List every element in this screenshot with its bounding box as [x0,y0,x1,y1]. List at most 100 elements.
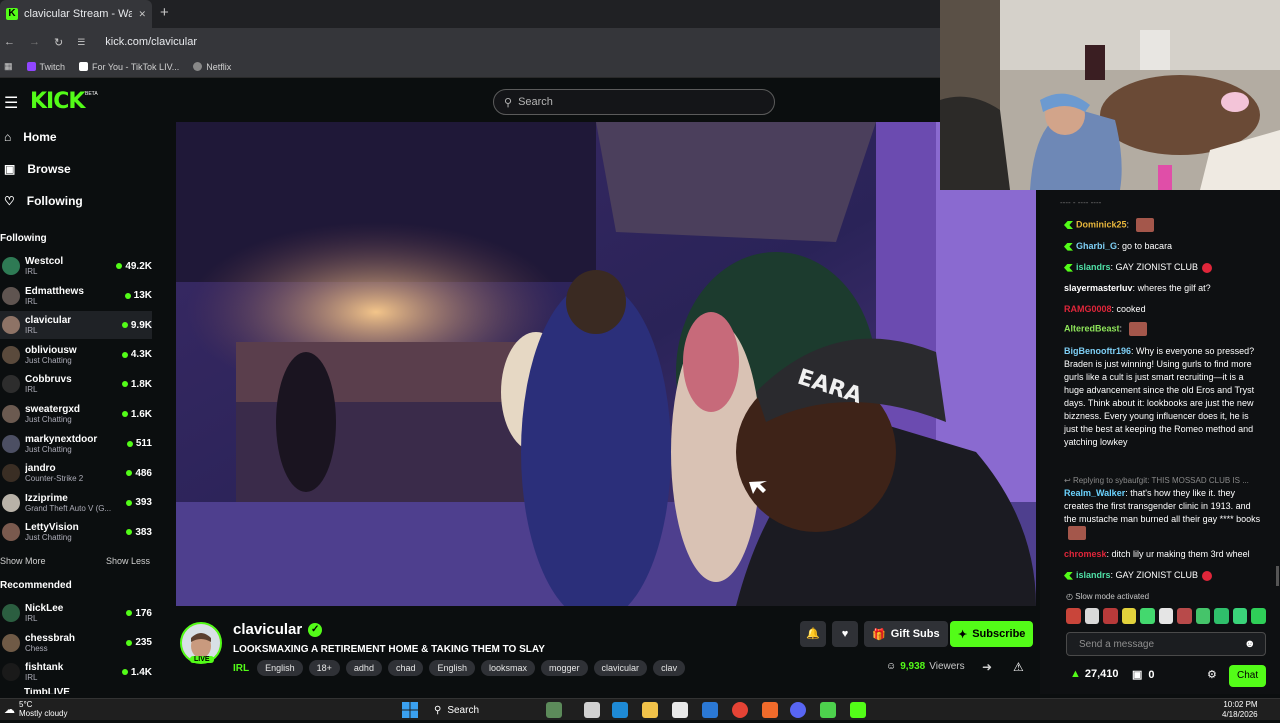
chat-username[interactable]: chromesk [1064,549,1107,559]
menu-icon[interactable]: ☰ [4,93,18,113]
quick-emote-icon[interactable] [1232,608,1248,624]
quick-emote-icon[interactable] [1066,608,1081,624]
edge-icon[interactable] [612,702,628,718]
drops-counter[interactable]: ▣ 0 [1132,668,1155,682]
tag-chip[interactable]: English [257,660,303,676]
video-player[interactable]: EARA [176,122,1036,606]
viewer-count: 9.9K [121,320,152,331]
sidebar-channel-item[interactable]: Westcol IRL 49.2K [0,252,152,280]
live-dot-icon [121,669,128,676]
tag-chip[interactable]: chad [387,660,424,676]
taskbar-search[interactable]: ⚲ Search [428,701,546,719]
show-less-button[interactable]: Show Less [106,556,150,566]
quick-emote-icon[interactable] [1177,608,1192,624]
nav-browse[interactable]: ▣ Browse [4,162,71,176]
quick-emote-icon[interactable] [1158,608,1174,624]
sidebar-channel-item[interactable]: fishtank IRL 1.4K [0,658,152,686]
weather-widget[interactable]: ☁ 5°C Mostly cloudy [4,700,67,718]
brave-icon[interactable] [762,702,778,718]
url-field[interactable]: kick.com/clavicular [105,36,197,48]
channel-points[interactable]: ▲ 27,410 [1070,668,1119,680]
quick-emote-icon[interactable] [1214,608,1229,624]
chat-username[interactable]: islandrs [1076,570,1111,580]
kick-icon[interactable] [850,702,866,718]
tag-chip[interactable]: looksmax [481,660,536,676]
chat-username[interactable]: slayermasterluv [1064,283,1133,293]
new-tab-button[interactable]: + [160,5,169,20]
sidebar-channel-item[interactable]: clavicular IRL 9.9K [0,311,152,340]
nav-following[interactable]: ♡ Following [4,194,83,208]
notification-bell-button[interactable]: 🔔 [800,621,826,647]
chat-username[interactable]: Dominick25 [1076,219,1127,229]
category-link[interactable]: IRL [233,663,249,674]
site-info-icon[interactable]: ☰ [77,37,85,48]
tab-title: clavicular Stream - Watch L [24,8,133,20]
follow-button[interactable]: ♥ [832,621,858,647]
sidebar-channel-item[interactable]: obliviousw Just Chatting 4.3K [0,341,152,369]
sidebar-channel-item[interactable]: sweatergxd Just Chatting 1.6K [0,400,152,428]
store-icon[interactable] [672,702,688,718]
sidebar-channel-item[interactable]: Izziprime Grand Theft Auto V (G... 393 [0,489,152,517]
channel-info: markynextdoor Just Chatting [25,434,127,454]
show-more-button[interactable]: Show More [0,556,46,566]
mail-icon[interactable] [702,702,718,718]
kick-logo[interactable]: KICK [30,89,85,114]
channel-name[interactable]: clavicular [233,621,302,638]
sidebar-channel-item[interactable]: Cobbruvs IRL 1.8K [0,370,152,398]
quick-emote-icon[interactable] [1103,608,1118,624]
quick-emote-icon[interactable] [1140,608,1155,624]
chat-username[interactable]: Gharbi_G [1076,241,1117,251]
chat-settings-icon[interactable]: ⚙ [1207,668,1217,681]
xbox-icon[interactable] [820,702,836,718]
quick-emote-icon[interactable] [1251,608,1267,624]
chrome-icon[interactable] [732,702,748,718]
search-input[interactable]: ⚲ Search [493,89,775,115]
chat-username[interactable]: Realm_Walker [1064,488,1125,498]
tag-chip[interactable]: English [429,660,476,676]
chat-username[interactable]: AlteredBeast [1064,323,1120,333]
tag-chip[interactable]: clavicular [593,660,648,676]
quick-emote-icon[interactable] [1084,608,1100,624]
reload-icon[interactable]: ↻ [54,36,63,49]
viewer-number: 486 [135,467,152,479]
windows-start-icon[interactable] [402,702,418,718]
tag-chip[interactable]: adhd [345,660,382,676]
subscribe-button[interactable]: ✦ Subscribe [950,621,1034,647]
share-icon[interactable]: ➜ [982,660,992,674]
close-tab-icon[interactable]: ✕ [138,9,146,20]
back-icon[interactable]: ← [4,36,15,48]
chat-message-input[interactable]: Send a message [1066,632,1266,656]
widgets-icon[interactable] [546,702,562,718]
chat-scrollbar[interactable] [1276,566,1279,586]
cloud-icon: ☁ [4,703,15,716]
quick-emote-icon[interactable] [1195,608,1211,624]
bookmark-tiktok[interactable]: For You - TikTok LIV... [79,62,179,72]
bookmark-netflix[interactable]: Netflix [193,62,231,72]
tag-chip[interactable]: clav [653,660,686,676]
sidebar-channel-item[interactable]: jandro Counter-Strike 2 486 [0,459,152,487]
bookmark-twitch[interactable]: Twitch [26,62,65,72]
sidebar-channel-item[interactable]: chessbrah Chess 235 [0,629,152,657]
chat-username[interactable]: BigBenooftr196 [1064,346,1131,356]
folder-icon[interactable] [642,702,658,718]
tag-chip[interactable]: 18+ [308,660,340,676]
sidebar-channel-item[interactable]: Edmatthews IRL 13K [0,282,152,310]
apps-grid-icon[interactable]: ▦ [4,61,13,72]
browser-tab[interactable]: K clavicular Stream - Watch L ✕ [0,0,152,28]
discord-icon[interactable] [790,702,806,718]
nav-home[interactable]: ⌂ Home [4,130,57,144]
system-clock[interactable]: 10:02 PM 4/18/2026 [1222,700,1258,720]
chat-username[interactable]: islandrs [1076,262,1111,272]
tag-chip[interactable]: mogger [541,660,588,676]
report-icon[interactable]: ⚠ [1013,660,1024,674]
file-icon[interactable] [584,702,600,718]
emoji-picker-icon[interactable]: ☻ [1244,638,1256,650]
sidebar-channel-item[interactable]: markynextdoor Just Chatting 511 [0,430,152,458]
chat-username[interactable]: RAMG0008 [1064,304,1112,314]
send-chat-button[interactable]: Chat [1229,665,1267,687]
gift-subs-button[interactable]: 🎁 Gift Subs [864,621,948,647]
quick-emote-icon[interactable] [1121,608,1137,624]
sidebar-channel-item[interactable]: LettyVision Just Chatting 383 [0,518,152,546]
sidebar-channel-item[interactable]: NickLee IRL 176 [0,599,152,627]
forward-icon[interactable]: → [29,36,40,48]
